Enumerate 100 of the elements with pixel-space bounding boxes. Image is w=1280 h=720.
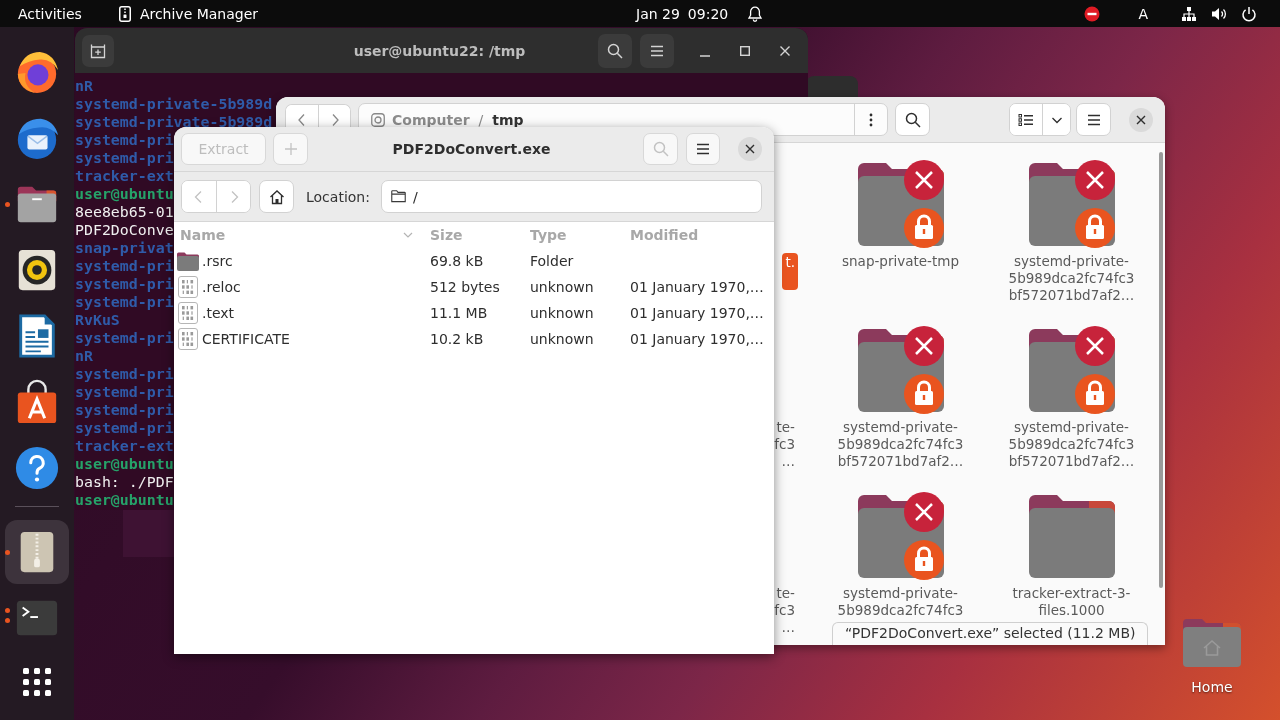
menu-button[interactable] bbox=[1076, 103, 1111, 136]
disk-icon bbox=[371, 112, 385, 127]
binary-file-icon bbox=[177, 328, 199, 350]
file-name[interactable]: tracker-extract-3- files.1000 bbox=[1009, 585, 1134, 619]
terminal-line: systemd-pri bbox=[75, 419, 174, 437]
terminal-line: systemd-pri bbox=[75, 383, 174, 401]
clock-button[interactable]: Jan 29 09:20 bbox=[636, 0, 729, 27]
table-cell-text: 10.2 kB bbox=[429, 331, 484, 347]
search-icon bbox=[652, 141, 669, 157]
search-button[interactable] bbox=[598, 33, 632, 68]
terminal-line: systemd-pri bbox=[75, 293, 174, 311]
table-cell-text: 11.1 MB bbox=[429, 305, 488, 321]
table-cell-text: 01 January 1970,… bbox=[629, 331, 764, 347]
table-cell-text: unknown bbox=[529, 305, 594, 321]
close-button[interactable] bbox=[738, 137, 762, 161]
locked-folder-icon[interactable] bbox=[1028, 160, 1115, 248]
file-name[interactable]: snap-private-tmp bbox=[839, 253, 962, 270]
locked-folder-icon[interactable] bbox=[857, 160, 944, 248]
list-icon bbox=[1018, 111, 1034, 128]
menu-button[interactable] bbox=[686, 133, 720, 165]
terminal-line: nR bbox=[75, 77, 93, 95]
network-icon bbox=[1181, 5, 1197, 22]
file-name[interactable]: te- fc3 … bbox=[771, 585, 798, 636]
locked-folder-icon[interactable] bbox=[857, 326, 944, 414]
terminal-line: tracker-ext bbox=[75, 437, 174, 455]
terminal-line: tracker-ext bbox=[75, 167, 174, 185]
new-tab-button[interactable] bbox=[82, 34, 114, 67]
search-icon bbox=[607, 42, 623, 59]
activities-button[interactable]: Activities bbox=[18, 0, 82, 27]
scrollbar[interactable] bbox=[1159, 152, 1163, 588]
question-mark-icon bbox=[14, 445, 60, 491]
close-icon bbox=[745, 144, 755, 154]
terminal-line: PDF2DoConve bbox=[75, 221, 174, 239]
window-title: user@ubuntu22: /tmp bbox=[353, 42, 526, 59]
terminal-line: systemd-pri bbox=[75, 149, 174, 167]
file-name[interactable]: .reloc bbox=[202, 279, 241, 295]
bell-icon[interactable] bbox=[748, 5, 763, 22]
home-button[interactable] bbox=[259, 180, 294, 213]
background-window bbox=[123, 510, 174, 557]
file-name[interactable]: systemd-private- 5b989dca2fc74fc3 bf572071bd7af2… bbox=[834, 419, 967, 470]
zipper-box-icon bbox=[118, 5, 131, 22]
file-name[interactable]: te- fc3 … bbox=[771, 419, 798, 470]
table-cell-text: unknown bbox=[529, 279, 594, 295]
file-name[interactable]: t. bbox=[782, 253, 798, 290]
terminal-line: systemd-pri bbox=[75, 275, 174, 293]
path-separator: / bbox=[478, 111, 484, 128]
locked-folder-icon[interactable] bbox=[857, 492, 944, 580]
home-icon bbox=[268, 188, 285, 205]
file-name[interactable]: CERTIFICATE bbox=[202, 331, 290, 347]
app-grid-icon bbox=[23, 668, 51, 696]
file-name[interactable]: .text bbox=[202, 305, 235, 321]
close-icon bbox=[1136, 114, 1146, 125]
new-tab-icon bbox=[90, 42, 106, 59]
table-cell-text: unknown bbox=[529, 331, 594, 347]
table-cell-text: 01 January 1970,… bbox=[629, 305, 764, 321]
no-entry-icon[interactable] bbox=[1084, 5, 1101, 22]
menu-icon bbox=[695, 141, 711, 157]
binary-file-icon bbox=[177, 276, 199, 298]
vertical-dots-icon bbox=[869, 112, 873, 127]
location-field[interactable]: / bbox=[380, 180, 762, 213]
input-source-button[interactable]: A bbox=[1138, 0, 1148, 27]
terminal-line: bash: ./PDF bbox=[75, 473, 174, 491]
window-title: PDF2DoConvert.exe bbox=[392, 141, 551, 157]
volume-icon bbox=[1211, 5, 1227, 22]
terminal-line: user@ubuntu bbox=[75, 455, 174, 473]
desktop-icon-label[interactable]: Home bbox=[1191, 679, 1233, 696]
terminal-line: systemd-pri bbox=[75, 257, 174, 275]
app-menu-button[interactable]: Archive Manager bbox=[118, 0, 259, 27]
close-icon bbox=[780, 45, 790, 56]
terminal-line: systemd-pri bbox=[75, 365, 174, 383]
folder-icon bbox=[177, 250, 199, 272]
table-cell-text: 512 bytes bbox=[429, 279, 500, 295]
table-cell-text: Folder bbox=[529, 253, 574, 269]
menu-button[interactable] bbox=[640, 33, 674, 68]
terminal-line: snap-privat bbox=[75, 239, 174, 257]
terminal-line: user@ubuntu bbox=[75, 185, 174, 203]
terminal-line: systemd-pri bbox=[75, 401, 174, 419]
status-overlay: “PDF2DoConvert.exe” selected (11.2 MB) bbox=[832, 622, 1149, 645]
terminal-line: user@ubuntu bbox=[75, 491, 174, 509]
maximize-icon bbox=[740, 45, 750, 56]
locked-folder-icon[interactable] bbox=[1028, 326, 1115, 414]
close-button[interactable] bbox=[1129, 107, 1153, 132]
file-name[interactable]: systemd-private- 5b989dca2fc74fc3 bf572071bd7af2… bbox=[1005, 253, 1138, 304]
app-launcher[interactable] bbox=[5, 520, 69, 584]
background-window bbox=[806, 76, 858, 98]
file-name[interactable]: systemd-private- 5b989dca2fc74fc3 bbox=[834, 585, 967, 619]
search-button[interactable] bbox=[895, 103, 930, 136]
table-cell-text: 69.8 kB bbox=[429, 253, 484, 269]
file-name[interactable]: .rsrc bbox=[202, 253, 233, 269]
terminal-line: RvKuS bbox=[75, 311, 120, 329]
terminal-line: nR bbox=[75, 347, 93, 365]
file-name[interactable]: systemd-private- 5b989dca2fc74fc3 bf572071bd7af2… bbox=[1005, 419, 1138, 470]
minimize-icon bbox=[700, 54, 710, 57]
folder-icon bbox=[390, 190, 406, 203]
path-segment[interactable]: tmp bbox=[492, 111, 524, 128]
terminal-line: systemd-pri bbox=[75, 329, 174, 347]
terminal-line: 8ee8eb65-01 bbox=[75, 203, 174, 221]
terminal-line: systemd-private-5b989d bbox=[75, 113, 273, 131]
folder-icon[interactable] bbox=[1028, 492, 1115, 580]
plus-icon bbox=[283, 142, 298, 156]
